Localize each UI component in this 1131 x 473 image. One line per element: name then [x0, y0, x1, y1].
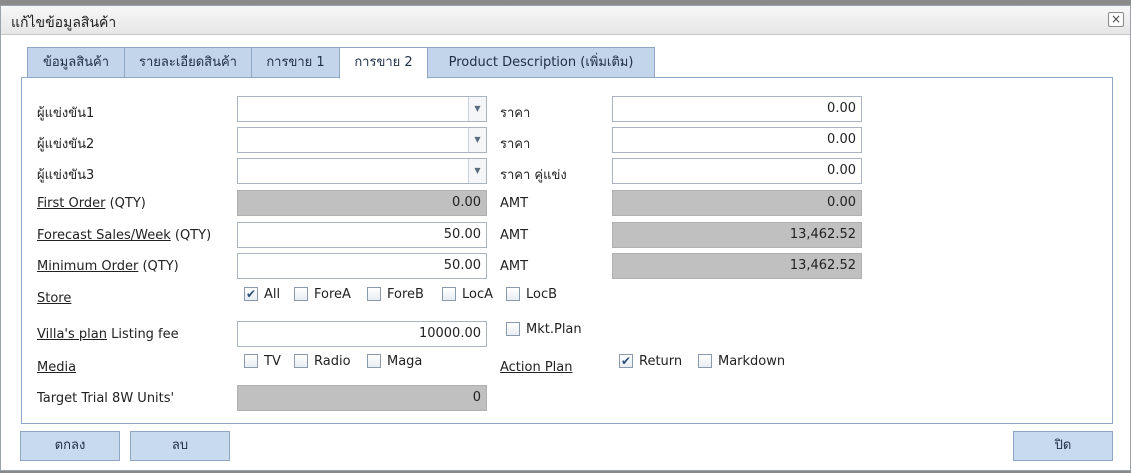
forecast-sales-amt: 13,462.52: [612, 222, 862, 248]
competitor-2-label: ผู้แข่งขัน2: [37, 137, 95, 152]
competitor-1-select[interactable]: ▼: [237, 96, 487, 122]
first-order-qty: 0.00: [237, 190, 487, 216]
competitor-1-price-input[interactable]: 0.00: [612, 96, 862, 122]
chevron-down-icon[interactable]: ▼: [468, 159, 486, 183]
tab-product-details[interactable]: รายละเอียดสินค้า: [124, 47, 252, 78]
tab-product-description[interactable]: Product Description (เพิ่มเติม): [427, 47, 655, 78]
close-icon[interactable]: ×: [1108, 12, 1124, 27]
forecast-sales-amt-label: AMT: [500, 228, 529, 243]
action-plan-label: Action Plan: [500, 360, 573, 375]
sales-2-panel: ผู้แข่งขัน1 ▼ ราคา 0.00 ผู้แข่งขัน2 ▼ รา…: [21, 77, 1113, 424]
dialog-title: แก้ไขข้อมูลสินค้า: [11, 15, 117, 31]
competitor-2-price-label: ราคา: [500, 137, 531, 152]
chevron-down-icon[interactable]: ▼: [468, 128, 486, 152]
competitor-3-select[interactable]: ▼: [237, 158, 487, 184]
delete-button[interactable]: ลบ: [130, 431, 230, 461]
competitor-2-price-input[interactable]: 0.00: [612, 127, 862, 153]
tab-sales-2[interactable]: การขาย 2: [339, 47, 428, 79]
villas-plan-label: Villa's plan Listing fee: [37, 327, 179, 342]
minimum-order-qty-input[interactable]: 50.00: [237, 253, 487, 279]
media-tv-checkbox[interactable]: TV: [244, 353, 281, 372]
action-return-checkbox[interactable]: ✔ Return: [619, 353, 682, 372]
competitor-1-label: ผู้แข่งขัน1: [37, 106, 95, 121]
competitor-3-price-label: ราคา คู่แข่ง: [500, 168, 567, 183]
minimum-order-amt-label: AMT: [500, 259, 529, 274]
target-trial-value: 0: [237, 385, 487, 411]
store-label: Store: [37, 291, 72, 306]
media-maga-checkbox[interactable]: Maga: [367, 353, 422, 372]
first-order-label: First Order (QTY): [37, 196, 146, 211]
store-foreb-checkbox[interactable]: ForeB: [367, 286, 424, 305]
tab-product-info[interactable]: ข้อมูลสินค้า: [27, 47, 125, 78]
media-radio-checkbox[interactable]: Radio: [294, 353, 351, 372]
competitor-3-price-input[interactable]: 0.00: [612, 158, 862, 184]
first-order-amt: 0.00: [612, 190, 862, 216]
edit-product-dialog: แก้ไขข้อมูลสินค้า × ข้อมูลสินค้า รายละเอ…: [0, 5, 1131, 471]
tab-sales-1[interactable]: การขาย 1: [251, 47, 340, 78]
store-loca-checkbox[interactable]: LocA: [442, 286, 493, 305]
listing-fee-input[interactable]: 10000.00: [237, 321, 487, 347]
mkt-plan-checkbox[interactable]: Mkt.Plan: [506, 321, 582, 340]
target-trial-label: Target Trial 8W Units': [37, 391, 175, 406]
dialog-titlebar: แก้ไขข้อมูลสินค้า ×: [1, 6, 1130, 35]
minimum-order-amt: 13,462.52: [612, 253, 862, 279]
competitor-2-select[interactable]: ▼: [237, 127, 487, 153]
chevron-down-icon[interactable]: ▼: [468, 97, 486, 121]
check-icon: ✔: [244, 286, 258, 301]
forecast-sales-label: Forecast Sales/Week (QTY): [37, 228, 212, 243]
close-button[interactable]: ปิด: [1013, 431, 1113, 461]
store-all-checkbox[interactable]: ✔ All: [244, 286, 280, 305]
first-order-amt-label: AMT: [500, 196, 529, 211]
competitor-3-label: ผู้แข่งขัน3: [37, 168, 95, 183]
forecast-sales-qty-input[interactable]: 50.00: [237, 222, 487, 248]
competitor-1-price-label: ราคา: [500, 106, 531, 121]
media-label: Media: [37, 360, 77, 375]
action-markdown-checkbox[interactable]: Markdown: [698, 353, 785, 372]
check-icon: ✔: [619, 353, 633, 368]
store-locb-checkbox[interactable]: LocB: [506, 286, 557, 305]
ok-button[interactable]: ตกลง: [20, 431, 120, 461]
store-forea-checkbox[interactable]: ForeA: [294, 286, 351, 305]
minimum-order-label: Minimum Order (QTY): [37, 259, 179, 274]
